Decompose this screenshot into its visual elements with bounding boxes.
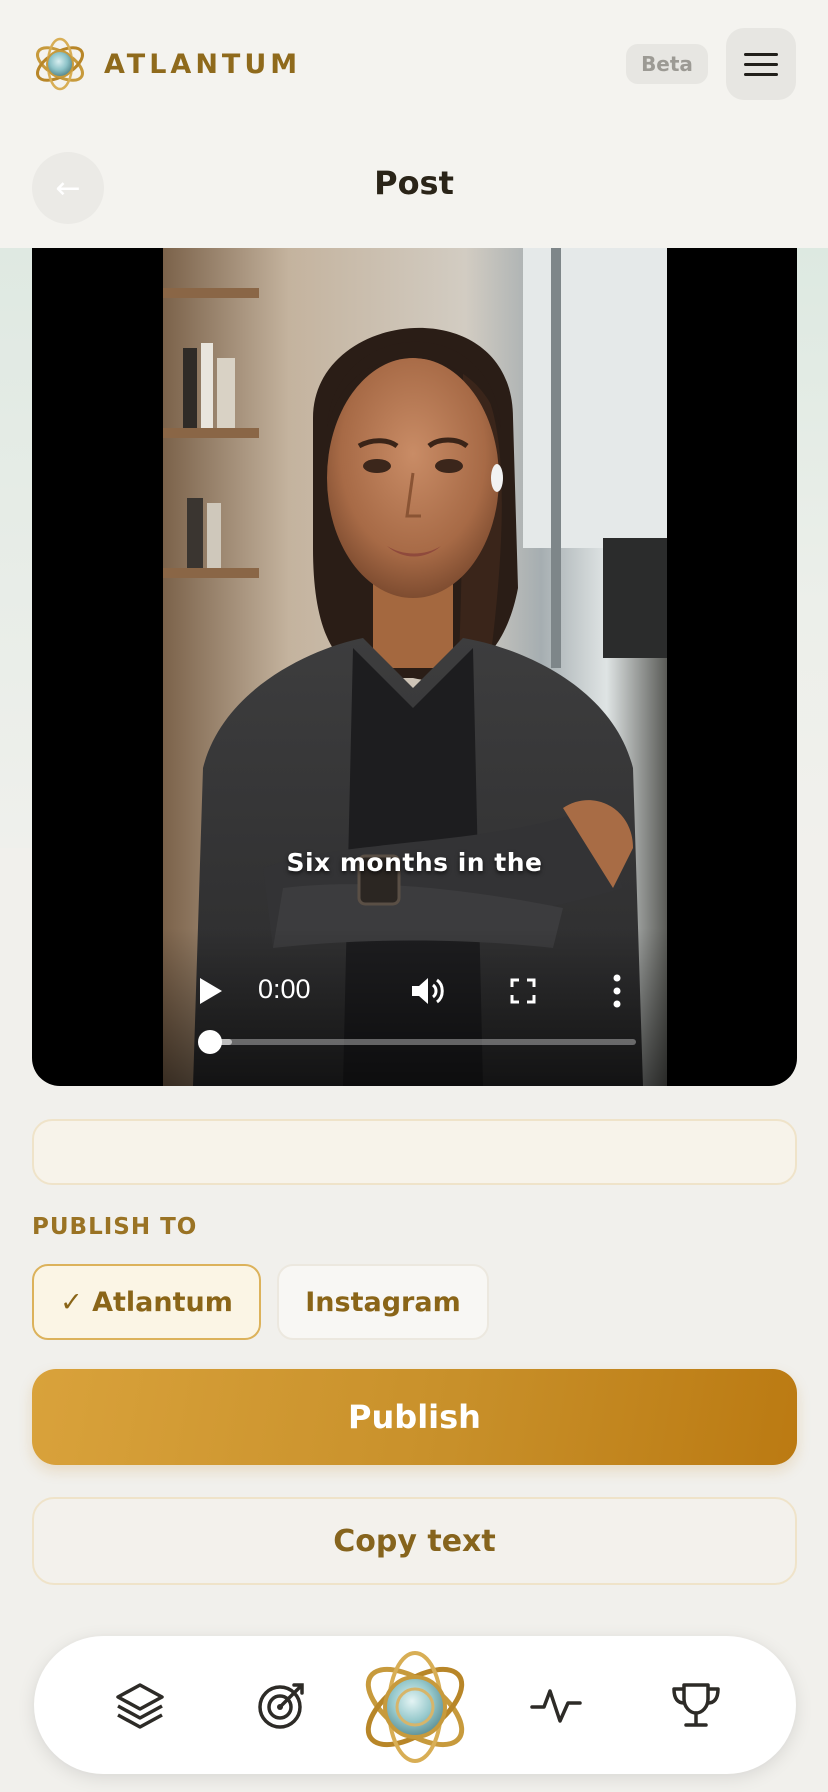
video-progress-thumb[interactable] <box>198 1030 222 1054</box>
app-header: ATLANTUM Beta ← Post <box>0 0 828 248</box>
trophy-icon[interactable] <box>668 1677 724 1733</box>
play-icon[interactable] <box>198 976 224 1006</box>
bottom-nav <box>34 1636 796 1774</box>
video-current-time: 0:00 <box>258 974 311 1004</box>
atlantum-logo-icon <box>36 37 84 91</box>
volume-icon[interactable] <box>410 974 446 1008</box>
background-tint-left <box>0 248 32 848</box>
brand[interactable]: ATLANTUM <box>32 36 301 92</box>
hamburger-menu-icon <box>744 52 778 56</box>
atlantum-orb-icon[interactable] <box>356 1648 474 1766</box>
publish-target-instagram[interactable]: Instagram <box>277 1264 489 1340</box>
beta-badge: Beta <box>626 44 708 84</box>
page-title: Post <box>374 164 454 202</box>
brand-name: ATLANTUM <box>104 48 302 80</box>
more-vertical-icon[interactable] <box>612 974 622 1008</box>
publish-to-label: PUBLISH TO <box>32 1214 198 1240</box>
video-player[interactable]: Six months in the 0:00 <box>32 248 797 1086</box>
copy-text-button[interactable]: Copy text <box>32 1497 797 1585</box>
fullscreen-icon[interactable] <box>510 978 536 1004</box>
post-text-field[interactable] <box>32 1119 797 1185</box>
layers-icon[interactable] <box>112 1677 168 1733</box>
publish-button[interactable]: Publish <box>32 1369 797 1465</box>
video-progress-bar[interactable] <box>198 1030 636 1054</box>
menu-button[interactable] <box>726 28 796 100</box>
activity-icon[interactable] <box>528 1677 584 1733</box>
video-caption: Six months in the <box>286 848 543 877</box>
target-icon[interactable] <box>254 1677 310 1733</box>
publish-target-atlantum[interactable]: ✓ Atlantum <box>32 1264 261 1340</box>
